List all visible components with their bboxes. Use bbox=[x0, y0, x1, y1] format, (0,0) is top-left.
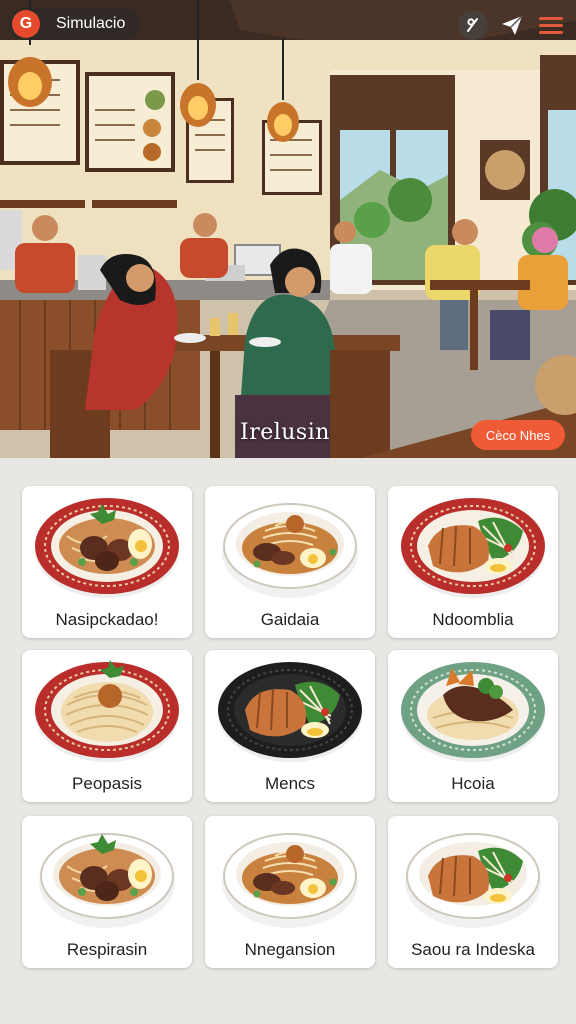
dish-card[interactable]: Peopasis bbox=[22, 650, 192, 802]
dish-name: Nasipckadao! bbox=[55, 610, 159, 629]
dish-image bbox=[35, 498, 179, 598]
app-header[interactable]: G Simulacio bbox=[8, 8, 142, 40]
menu-icon bbox=[539, 17, 563, 34]
hero-cta-button[interactable]: Cèco Nhes bbox=[471, 420, 565, 450]
dish-name: Respirasin bbox=[66, 940, 148, 959]
dish-card[interactable]: Gaidaia bbox=[205, 486, 375, 638]
dish-image bbox=[39, 833, 175, 928]
dish-name: Nnegansion bbox=[244, 940, 336, 959]
hero-banner: G Simulacio Irelusin Cèco Nhes bbox=[0, 0, 576, 458]
tune-button[interactable] bbox=[458, 10, 488, 40]
dish-image bbox=[222, 503, 358, 598]
dish-card[interactable]: Respirasin bbox=[22, 816, 192, 968]
dish-image bbox=[405, 833, 541, 928]
dish-name: Ndoomblia bbox=[432, 610, 514, 629]
top-bar: G Simulacio bbox=[0, 0, 576, 50]
dish-image bbox=[222, 833, 358, 928]
send-icon bbox=[502, 15, 523, 35]
app-logo-icon: G bbox=[12, 10, 40, 38]
dish-image bbox=[35, 660, 179, 762]
dish-image bbox=[218, 662, 362, 762]
menu-button[interactable] bbox=[536, 10, 566, 40]
dish-image bbox=[401, 662, 545, 762]
hero-title: Irelusin bbox=[240, 420, 330, 445]
dish-name: Hcoia bbox=[451, 774, 495, 793]
dish-name: Saou ra Indeska bbox=[411, 940, 535, 959]
dish-name: Gaidaia bbox=[260, 610, 320, 629]
dish-name: Mencs bbox=[264, 774, 316, 793]
dish-card[interactable]: Ndoomblia bbox=[388, 486, 558, 638]
dish-card[interactable]: Hcoia bbox=[388, 650, 558, 802]
send-button[interactable] bbox=[497, 10, 527, 40]
dish-name: Peopasis bbox=[72, 774, 142, 793]
app-title: Simulacio bbox=[56, 15, 126, 32]
dish-card[interactable]: Nasipckadao! bbox=[22, 486, 192, 638]
dish-card[interactable]: Nnegansion bbox=[205, 816, 375, 968]
dish-card[interactable]: Saou ra Indeska bbox=[388, 816, 558, 968]
dish-grid: Nasipckadao! Gaidaia Ndoomblia Peopasis Menc… bbox=[0, 458, 576, 1024]
dish-image bbox=[401, 498, 545, 598]
restaurant-illustration bbox=[0, 0, 576, 458]
dish-card[interactable]: Mencs bbox=[205, 650, 375, 802]
tune-icon bbox=[467, 18, 478, 32]
